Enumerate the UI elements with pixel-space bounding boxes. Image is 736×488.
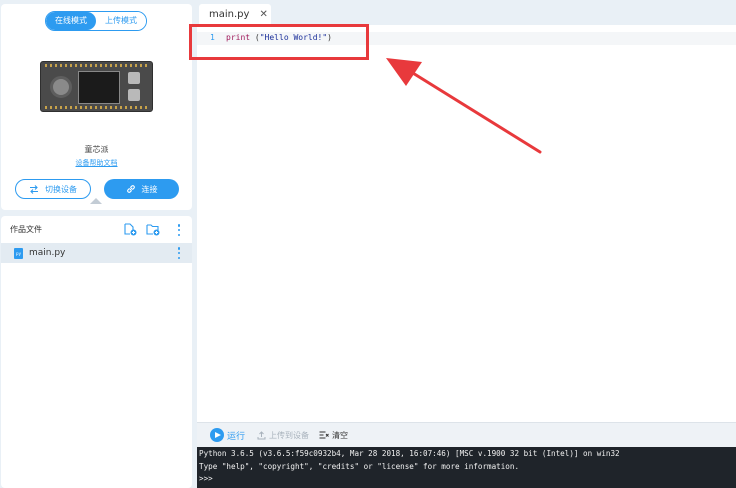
- upload-label: 上传到设备: [269, 430, 310, 440]
- file-row-main-py[interactable]: py main.py: [1, 243, 192, 263]
- sidebar: 在线模式 上传模式 童芯派 设备帮助文档 切换设备 连接 作品文件 py mai…: [0, 0, 195, 488]
- device-button-a: [128, 72, 140, 84]
- upload-to-device-button[interactable]: 上传到设备: [257, 430, 309, 441]
- switch-device-button[interactable]: 切换设备: [15, 179, 91, 199]
- upload-icon: [257, 430, 266, 439]
- tab-label: main.py: [209, 9, 250, 20]
- python-file-icon: py: [14, 247, 23, 259]
- device-name: 童芯派: [84, 145, 109, 154]
- run-button[interactable]: 运行: [210, 428, 245, 442]
- clear-icon: [319, 431, 329, 439]
- play-icon: [210, 428, 224, 442]
- files-header: 作品文件: [1, 216, 192, 243]
- connect-label: 连接: [141, 184, 158, 194]
- swap-icon: [30, 184, 38, 194]
- device-pins-bottom: [45, 106, 148, 109]
- device-help-link[interactable]: 设备帮助文档: [1, 158, 192, 168]
- switch-device-label: 切换设备: [45, 184, 77, 194]
- mode-online-button[interactable]: 在线模式: [46, 12, 96, 30]
- console-output[interactable]: Python 3.6.5 (v3.6.5:f59c0932b4, Mar 28 …: [197, 447, 736, 488]
- mode-toggle: 在线模式 上传模式: [45, 11, 147, 31]
- console-prompt: >>>: [199, 474, 213, 483]
- clear-button[interactable]: 清空: [319, 430, 348, 441]
- collapse-arrow-icon[interactable]: [90, 198, 102, 204]
- files-more-icon[interactable]: [177, 224, 181, 236]
- connect-button[interactable]: 连接: [104, 179, 179, 199]
- annotation-arrow: [386, 58, 542, 154]
- file-name: main.py: [29, 248, 66, 258]
- run-label: 运行: [227, 431, 246, 442]
- device-panel: 在线模式 上传模式 童芯派 设备帮助文档 切换设备 连接: [1, 4, 192, 210]
- device-pins-top: [45, 64, 148, 67]
- device-screen: [78, 71, 120, 104]
- device-button-b: [128, 89, 140, 101]
- editor-tab-bar: main.py ✕: [197, 0, 736, 25]
- device-image: [40, 61, 153, 112]
- files-panel: 作品文件 py main.py: [1, 216, 192, 488]
- tab-main-py[interactable]: main.py ✕: [199, 4, 271, 25]
- annotation-highlight-box: [189, 24, 369, 60]
- clear-label: 清空: [332, 430, 349, 440]
- device-joystick: [50, 76, 72, 98]
- file-more-icon[interactable]: [177, 247, 181, 259]
- link-icon: [126, 185, 135, 193]
- console-line: Python 3.6.5 (v3.6.5:f59c0932b4, Mar 28 …: [199, 449, 620, 458]
- run-toolbar: 运行 上传到设备 清空: [197, 422, 736, 447]
- files-title: 作品文件: [10, 225, 42, 234]
- close-icon[interactable]: ✕: [259, 9, 267, 20]
- console-line: Type "help", "copyright", "credits" or "…: [199, 461, 520, 471]
- new-file-icon[interactable]: [123, 223, 137, 236]
- new-folder-icon[interactable]: [146, 223, 160, 236]
- mode-upload-button[interactable]: 上传模式: [96, 12, 146, 30]
